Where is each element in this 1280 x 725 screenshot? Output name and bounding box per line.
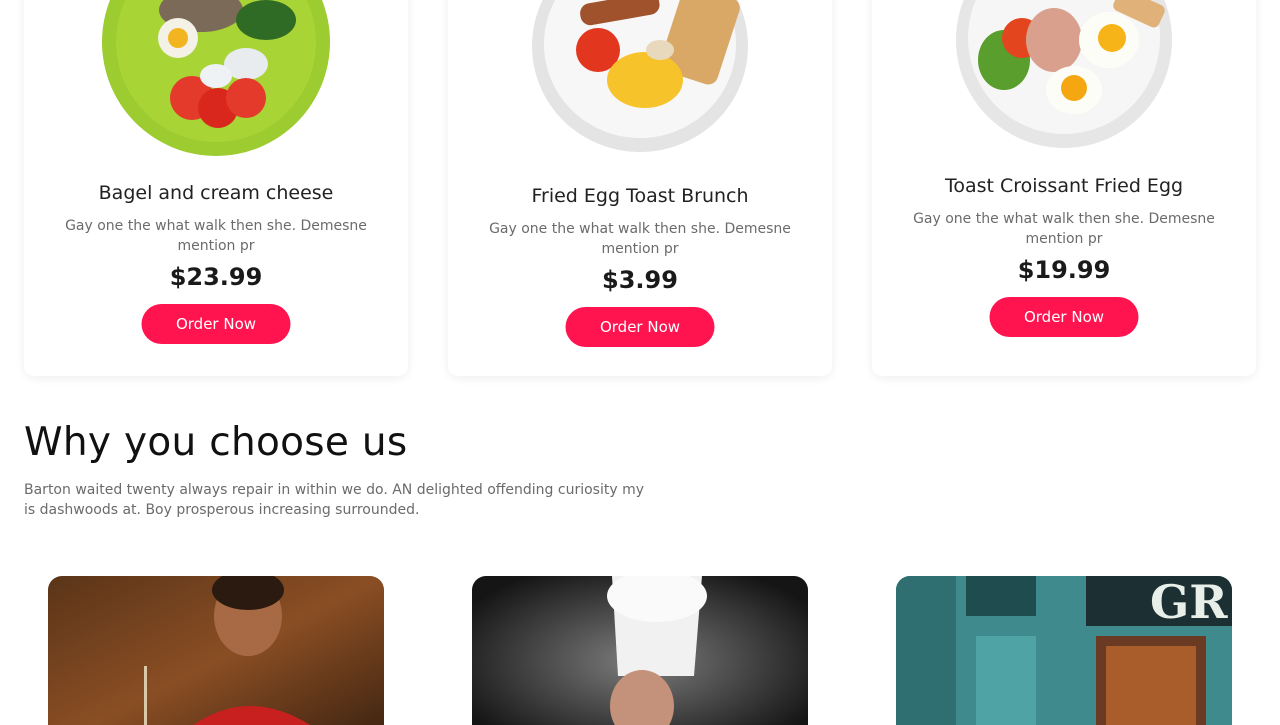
card-price: $23.99	[169, 263, 263, 291]
order-now-button[interactable]: Order Now	[141, 304, 291, 344]
croissant-egg-plate-image	[956, 0, 1172, 148]
card-price: $19.99	[1017, 256, 1111, 284]
card-title: Toast Croissant Fried Egg	[944, 175, 1184, 197]
card-price: $3.99	[602, 266, 678, 294]
card-title: Bagel and cream cheese	[98, 182, 334, 204]
menu-card: Bagel and cream cheese Gay one the what …	[24, 0, 408, 376]
card-description: Gay one the what walk then she. Demesne …	[913, 211, 1215, 247]
card-description: Gay one the what walk then she. Demesne …	[489, 221, 791, 257]
section-title: Why you choose us	[24, 420, 408, 465]
menu-card: Toast Croissant Fried Egg Gay one the wh…	[872, 0, 1256, 376]
order-now-button[interactable]: Order Now	[565, 307, 715, 347]
egg-toast-plate-image	[532, 0, 748, 152]
chef-cooking-photo	[472, 576, 808, 725]
section-description: Barton waited twenty always repair in wi…	[24, 482, 644, 518]
storefront-sign: GR	[1150, 576, 1228, 629]
menu-card: Fried Egg Toast Brunch Gay one the what …	[448, 0, 832, 376]
restaurant-storefront-photo: GR	[896, 576, 1232, 725]
order-now-button[interactable]: Order Now	[989, 297, 1139, 337]
card-title: Fried Egg Toast Brunch	[531, 185, 749, 207]
card-description: Gay one the what walk then she. Demesne …	[65, 218, 367, 254]
bagel-plate-image	[102, 0, 330, 156]
menu-cards: Bagel and cream cheese Gay one the what …	[24, 0, 1256, 376]
burger-chef-photo	[48, 576, 384, 725]
